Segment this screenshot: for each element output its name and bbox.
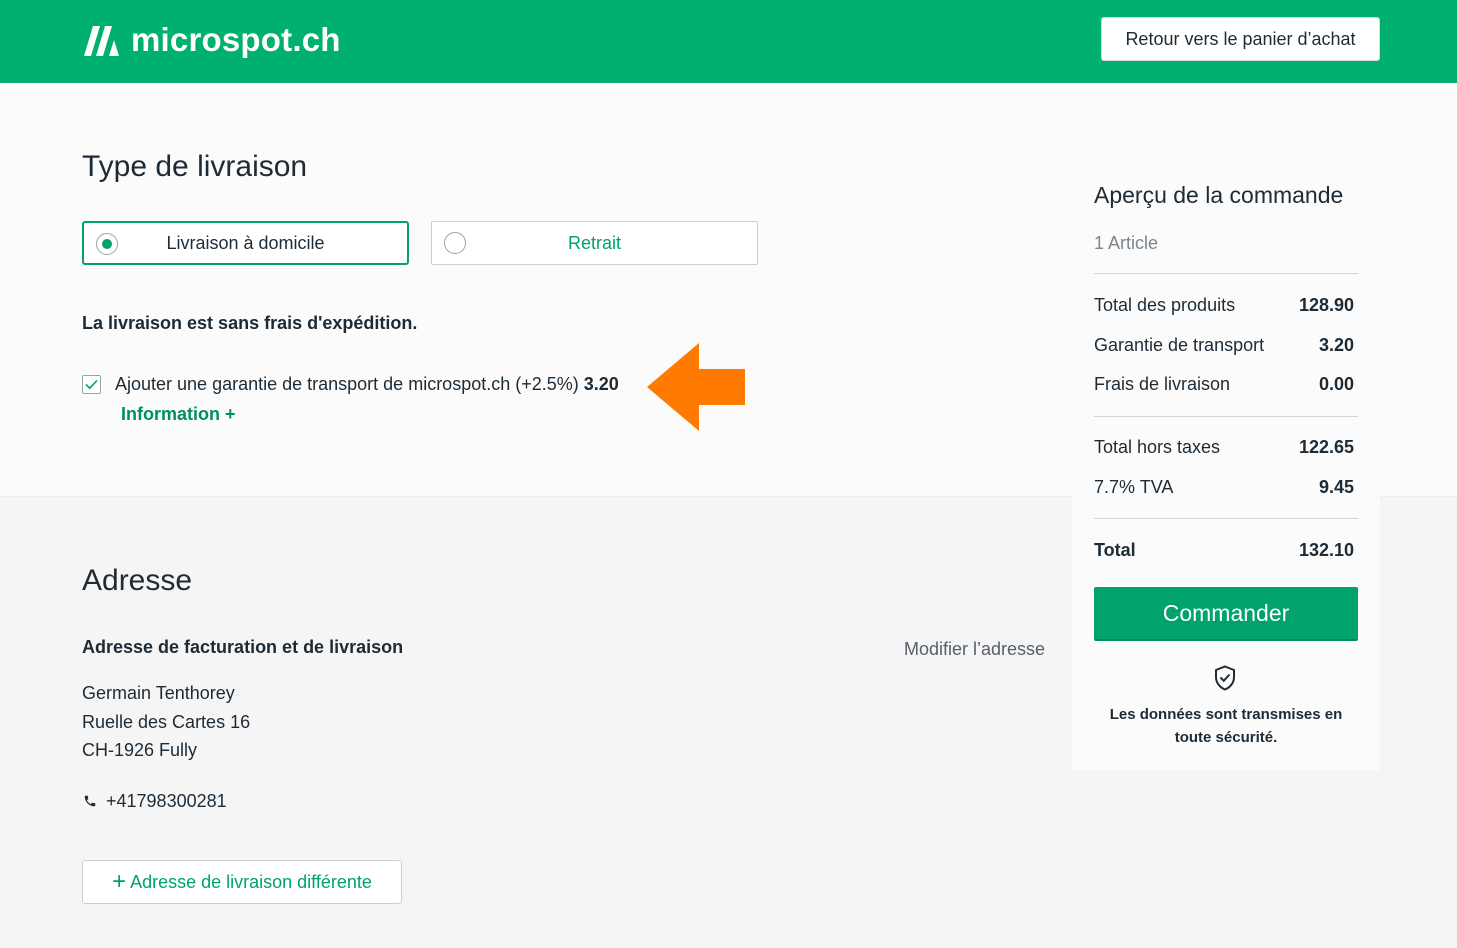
different-delivery-address-label: Adresse de livraison différente [130,871,372,892]
address-heading: Adresse [82,564,193,597]
phone-icon [84,795,96,807]
shield-check-icon [1215,665,1235,691]
microspot-logo-icon [84,26,119,56]
order-summary-title: Aperçu de la commande [1094,182,1344,208]
phone-number: +41798300281 [106,791,227,811]
summary-row-label: Garantie de transport [1094,335,1265,355]
check-icon [85,379,98,390]
guarantee-checkbox[interactable] [82,375,101,394]
plus-icon: + [112,868,127,895]
summary-row-value: 128.90 [1298,295,1354,315]
address-street: Ruelle des Cartes 16 [82,712,251,732]
free-shipping-note: La livraison est sans frais d'expédition… [82,313,418,333]
radio-unselected-icon[interactable] [444,232,466,254]
summary-row-label: Frais de livraison [1094,374,1231,394]
summary-row-value: 122.65 [1298,437,1354,457]
summary-row-shipping: Frais de livraison 0.00 [1094,374,1354,395]
logo[interactable]: microspot.ch [81,18,341,62]
delivery-option-pickup-label: Retrait [567,232,621,253]
orange-arrow-icon [647,343,745,431]
different-delivery-address-button[interactable]: + Adresse de livraison différente [82,860,402,904]
radio-selected-icon[interactable] [96,233,118,255]
address-name: Germain Tenthorey [82,683,235,703]
guarantee-text: Ajouter une garantie de transport de mic… [115,374,579,394]
information-link[interactable]: Information + [121,404,236,425]
summary-row-label: 7.7% TVA [1094,477,1174,497]
summary-row-value: 0.00 [1318,374,1354,394]
delivery-option-home-label: Livraison à domicile [166,232,325,253]
divider [1094,273,1358,274]
summary-total-value: 132.10 [1298,540,1354,560]
order-summary-panel: Aperçu de la commande 1 Article Total de… [1072,140,1380,770]
summary-total-label: Total [1094,540,1136,560]
summary-row-transport-guarantee: Garantie de transport 3.20 [1094,335,1354,356]
article-count: 1 Article [1094,233,1159,253]
order-button[interactable]: Commander [1094,587,1358,641]
modify-address-link[interactable]: Modifier l’adresse [904,639,1045,660]
guarantee-price: 3.20 [583,374,619,394]
address-city: CH-1926 Fully [82,740,198,760]
secure-note-line-2: toute sécurité. [1174,729,1278,746]
header: microspot.ch Retour vers le panier d’ach… [0,0,1457,83]
summary-row-net-total: Total hors taxes 122.65 [1094,437,1354,458]
summary-row-label: Total hors taxes [1094,437,1221,457]
delivery-option-home[interactable]: Livraison à domicile [82,221,409,265]
secure-transmission-note: Les données sont transmises en toute séc… [1094,703,1358,749]
back-to-cart-button[interactable]: Retour vers le panier d’achat [1101,17,1380,61]
summary-row-total: Total 132.10 [1094,540,1354,561]
logo-text: microspot.ch [131,21,341,58]
summary-row-label: Total des produits [1094,295,1236,315]
secure-note-line-1: Les données sont transmises en [1109,706,1343,723]
divider [1094,416,1358,417]
divider [1094,518,1358,519]
guarantee-label: Ajouter une garantie de transport de mic… [115,374,619,395]
summary-row-value: 9.45 [1318,477,1354,497]
delivery-type-heading: Type de livraison [82,150,308,183]
summary-row-vat: 7.7% TVA 9.45 [1094,477,1354,498]
billing-shipping-address-title: Adresse de facturation et de livraison [82,637,404,657]
delivery-option-pickup[interactable]: Retrait [431,221,758,265]
summary-row-products: Total des produits 128.90 [1094,295,1354,316]
summary-row-value: 3.20 [1318,335,1354,355]
